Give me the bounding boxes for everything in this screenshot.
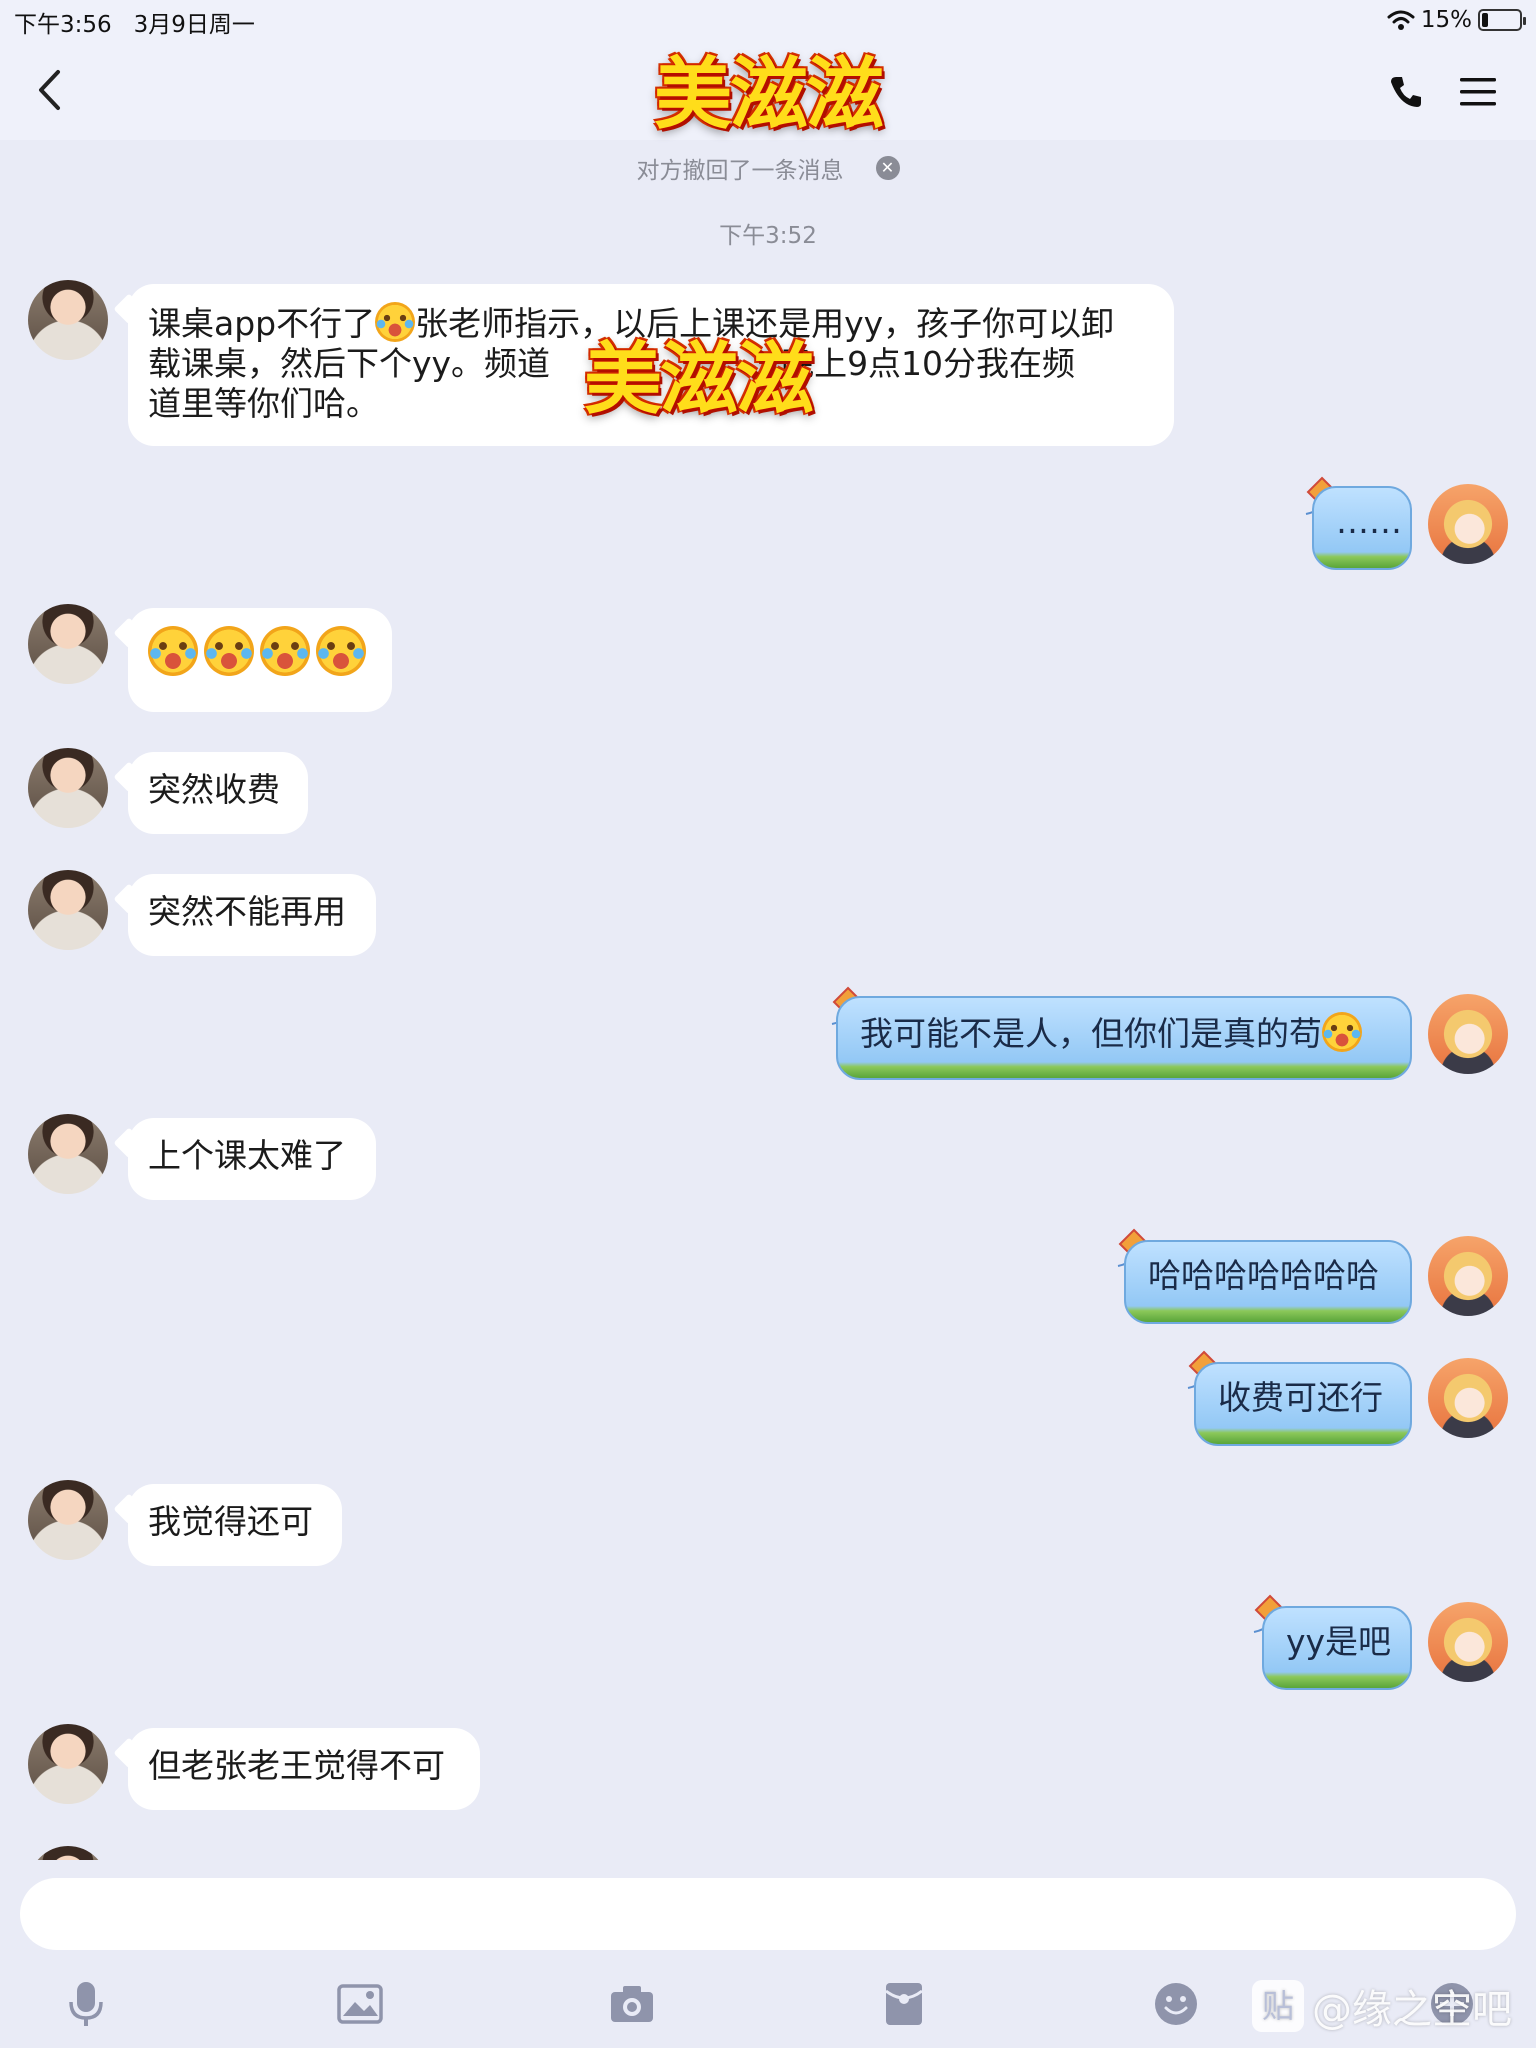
- battery-icon: [1478, 9, 1526, 31]
- menu-button[interactable]: [1456, 70, 1500, 114]
- message-bubble-incoming[interactable]: 上个课太难了: [128, 1118, 376, 1200]
- image-icon: [337, 1984, 383, 2024]
- status-time-date: 下午3:56 3月9日周一: [14, 12, 255, 38]
- avatar[interactable]: [28, 1480, 108, 1560]
- message-timestamp: 下午3:52: [719, 223, 817, 249]
- avatar[interactable]: [28, 1724, 108, 1804]
- message-bubble-outgoing[interactable]: yy是吧: [1262, 1606, 1412, 1690]
- avatar[interactable]: [28, 280, 108, 360]
- image-button[interactable]: [328, 1972, 392, 2036]
- phone-icon: [1391, 77, 1421, 107]
- camera-button[interactable]: [600, 1972, 664, 2036]
- chat-header: 美滋滋: [0, 40, 1536, 140]
- camera-icon: [611, 1986, 653, 2022]
- message-bubble-incoming[interactable]: 课桌app不行了 张老师指示，以后上课还是用yy，孩子你可以卸 载课桌，然后下个y…: [128, 284, 1174, 446]
- message-bubble-incoming[interactable]: 但老张老王觉得不可: [128, 1728, 480, 1810]
- avatar[interactable]: [1428, 994, 1508, 1074]
- wifi-icon: [1387, 10, 1415, 30]
- avatar[interactable]: [28, 870, 108, 950]
- avatar[interactable]: [28, 1114, 108, 1194]
- message-bubble-outgoing[interactable]: 收费可还行: [1194, 1362, 1412, 1446]
- avatar[interactable]: [1428, 1236, 1508, 1316]
- message-bubble-incoming[interactable]: 我觉得还可: [128, 1484, 342, 1566]
- tears-of-joy-emoji-icon: [1322, 1012, 1362, 1052]
- tears-of-joy-emoji-icon: [375, 302, 416, 342]
- status-bar: 下午3:56 3月9日周一 15%: [0, 0, 1536, 40]
- message-bubble-incoming[interactable]: 突然不能再用: [128, 874, 376, 956]
- tears-of-joy-emoji-icon: [316, 626, 366, 676]
- back-button[interactable]: [24, 64, 74, 116]
- emoji-icon: [1155, 1983, 1197, 2025]
- watermark-text: @缘之空吧: [1312, 1987, 1512, 2033]
- message-bubble-incoming[interactable]: 突然收费: [128, 752, 308, 834]
- tieba-badge-icon: 贴: [1252, 1980, 1304, 2032]
- tears-of-joy-emoji-icon: [148, 626, 198, 676]
- tears-of-joy-emoji-icon: [260, 626, 310, 676]
- chat-title: 美滋滋: [636, 50, 900, 140]
- avatar[interactable]: [28, 604, 108, 684]
- avatar[interactable]: [1428, 1602, 1508, 1682]
- chat-title-logo: 美滋滋: [653, 49, 884, 140]
- message-bubble-outgoing[interactable]: ……: [1312, 486, 1412, 570]
- message-bubble-outgoing[interactable]: 哈哈哈哈哈哈哈: [1124, 1240, 1412, 1324]
- microphone-icon: [69, 1982, 103, 2026]
- battery-percent: 15%: [1420, 7, 1472, 33]
- status-indicators: 15%: [1387, 5, 1526, 35]
- avatar[interactable]: [28, 748, 108, 828]
- message-text: 课桌app不行了: [148, 304, 376, 343]
- hamburger-menu-icon: [1460, 78, 1496, 106]
- message-text: 我可能不是人，但你们是真的苟: [860, 1014, 1322, 1053]
- watermark: 贴 @缘之空吧: [1252, 1976, 1512, 2036]
- chevron-left-icon: [39, 70, 60, 110]
- red-packet-icon: [885, 1983, 923, 2025]
- emoji-button[interactable]: [1144, 1972, 1208, 2036]
- avatar[interactable]: [1428, 484, 1508, 564]
- recall-notice-text: 对方撤回了一条消息: [636, 158, 844, 184]
- avatar[interactable]: [1428, 1358, 1508, 1438]
- tears-of-joy-emoji-icon: [204, 626, 254, 676]
- call-button[interactable]: [1384, 70, 1428, 114]
- recall-notice: 对方撤回了一条消息 ✕: [0, 150, 1536, 186]
- close-icon[interactable]: ✕: [875, 156, 900, 180]
- message-bubble-outgoing[interactable]: 我可能不是人，但你们是真的苟: [836, 996, 1412, 1080]
- voice-button[interactable]: [54, 1972, 118, 2036]
- red-packet-button[interactable]: [872, 1972, 936, 2036]
- message-input[interactable]: [20, 1878, 1516, 1950]
- message-bubble-incoming[interactable]: [128, 608, 392, 712]
